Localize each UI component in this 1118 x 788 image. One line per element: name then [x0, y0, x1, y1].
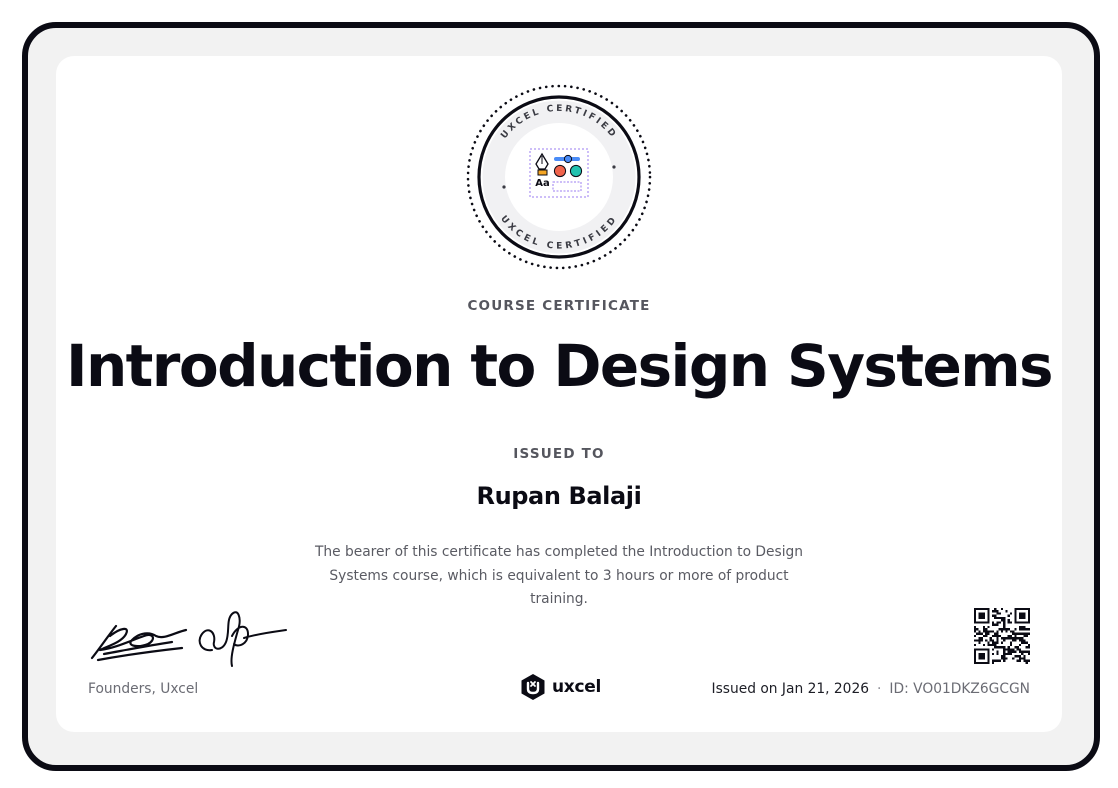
verification-qr-code[interactable]	[974, 608, 1030, 664]
certificate-card: UXCEL CERTIFIED UXCEL CERTIFIED Aa COURS…	[56, 56, 1062, 732]
separator-dot: ·	[877, 681, 882, 697]
course-certificate-label: COURSE CERTIFICATE	[467, 298, 651, 314]
uxcel-wordmark: uxcel	[552, 677, 602, 697]
issued-to-label: ISSUED TO	[513, 446, 605, 462]
course-title: Introduction to Design Systems	[66, 332, 1054, 400]
certificate-id: ID: VO01DKZ6GCGN	[889, 681, 1030, 697]
recipient-name: Rupan Balaji	[476, 482, 642, 510]
certificate-description: The bearer of this certificate has compl…	[314, 544, 804, 607]
certificate-frame: UXCEL CERTIFIED UXCEL CERTIFIED Aa COURS…	[22, 22, 1100, 771]
founder-signatures	[90, 611, 287, 667]
color-swatch-teal	[569, 164, 583, 178]
signature-left	[90, 624, 188, 662]
badge-ring-separator	[612, 165, 616, 169]
issue-info: Issued on Jan 21, 2026 · ID: VO01DKZ6GCGN	[712, 681, 1030, 697]
badge-ring-separator	[502, 185, 506, 189]
uxcel-brand: uxcel	[520, 673, 601, 701]
color-swatch-red	[553, 164, 567, 178]
uxcel-logo-icon	[521, 674, 545, 700]
founders-caption: Founders, Uxcel	[88, 681, 199, 697]
typography-sample: Aa	[535, 178, 550, 189]
certified-badge: UXCEL CERTIFIED UXCEL CERTIFIED Aa	[466, 84, 652, 270]
issued-date: Issued on Jan 21, 2026	[711, 681, 870, 697]
signature-right	[198, 611, 287, 667]
